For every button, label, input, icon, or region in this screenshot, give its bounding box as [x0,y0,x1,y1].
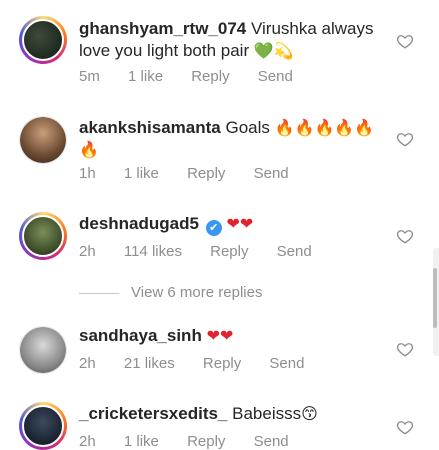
comment-body: deshnadugad5 ✔ ❤❤ [79,213,379,236]
divider-line [79,292,119,294]
comment-username[interactable]: deshnadugad5 [79,214,199,233]
avatar[interactable] [19,16,67,64]
comment-likes[interactable]: 114 likes [124,243,182,260]
comment-username[interactable]: akankshisamanta [79,118,221,137]
comment-meta: 2h 1 like Reply Send [79,433,313,450]
comment-username[interactable]: sandhaya_sinh [79,326,202,345]
heart-outline-icon[interactable] [396,227,414,245]
comment-body: akankshisamanta Goals 🔥🔥🔥🔥🔥🔥 [79,117,379,161]
reply-button[interactable]: Reply [191,68,229,85]
reply-button[interactable]: Reply [187,433,225,450]
comment-meta: 1h 1 like Reply Send [79,165,313,182]
comment-likes[interactable]: 1 like [124,165,159,182]
send-button[interactable]: Send [277,243,312,260]
heart-outline-icon[interactable] [396,130,414,148]
heart-outline-icon[interactable] [396,32,414,50]
avatar[interactable] [19,402,67,450]
view-more-label[interactable]: View 6 more replies [131,284,262,301]
comment-emoji: ❤❤ [206,326,234,345]
comment-time: 2h [79,355,96,372]
reply-button[interactable]: Reply [187,165,225,182]
comment-time: 2h [79,433,96,450]
verified-badge-icon: ✔ [205,220,222,236]
avatar[interactable] [19,326,67,374]
comment-text: Goals [225,118,270,137]
comment-meta: 2h 21 likes Reply Send [79,355,328,372]
comment-meta: 2h 114 likes Reply Send [79,243,336,260]
comment-meta: 5m 1 like Reply Send [79,68,317,85]
comment-body: _cricketersxedits_ Babeisss😙 [79,403,379,425]
comment-emoji: ❤❤ [226,214,254,233]
avatar[interactable] [19,212,67,260]
comment-time: 5m [79,68,100,85]
comment-likes[interactable]: 21 likes [124,355,175,372]
comment-body: ghanshyam_rtw_074 Virushka always love y… [79,18,379,62]
send-button[interactable]: Send [269,355,304,372]
comment-body: sandhaya_sinh ❤❤ [79,325,379,347]
comment-username[interactable]: ghanshyam_rtw_074 [79,19,246,38]
comment-time: 2h [79,243,96,260]
comment-emoji: 💚💫 [253,41,294,60]
comment-emoji: 😙 [301,404,318,423]
reply-button[interactable]: Reply [203,355,241,372]
send-button[interactable]: Send [258,68,293,85]
send-button[interactable]: Send [254,433,289,450]
comment-time: 1h [79,165,96,182]
comment-likes[interactable]: 1 like [128,68,163,85]
avatar[interactable] [19,116,67,164]
send-button[interactable]: Send [254,165,289,182]
scrollbar-thumb[interactable] [433,268,437,328]
reply-button[interactable]: Reply [210,243,248,260]
comment-username[interactable]: _cricketersxedits_ [79,404,227,423]
heart-outline-icon[interactable] [396,340,414,358]
view-more-replies[interactable]: View 6 more replies [79,284,262,301]
comment-likes[interactable]: 1 like [124,433,159,450]
comment-text: Babeisss [232,404,302,423]
heart-outline-icon[interactable] [396,418,414,436]
